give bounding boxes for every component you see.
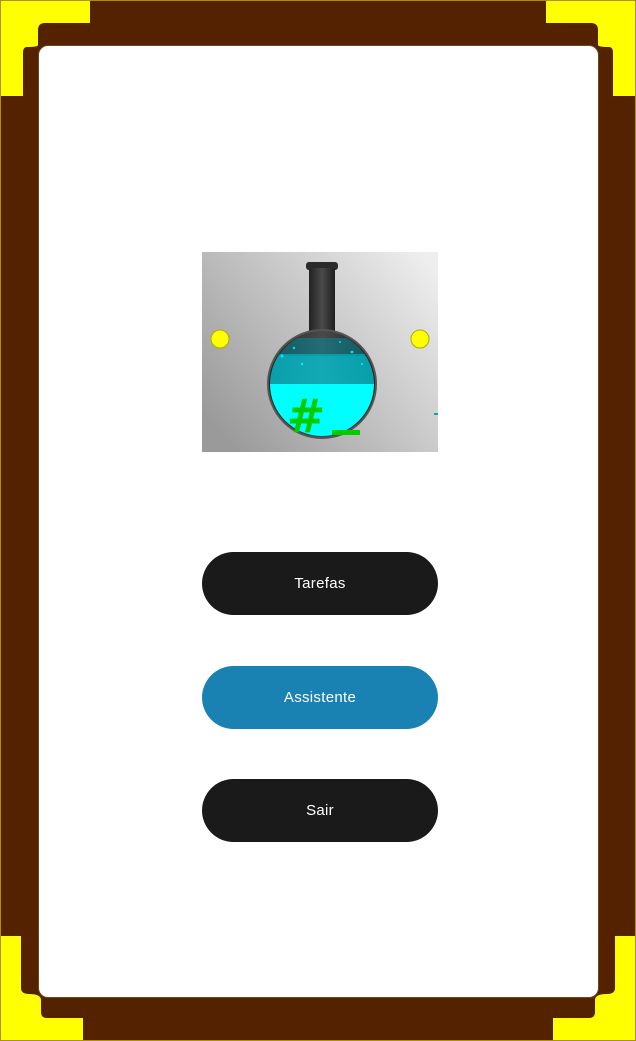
content-panel: # Tarefas Assistente Sair (38, 45, 599, 998)
corner-ornament-top-left (1, 1, 91, 97)
logo-symbol: # (287, 389, 326, 443)
assistant-button[interactable]: Assistente (202, 666, 438, 729)
corner-ornament-bottom-left (1, 936, 83, 1040)
chemistry-flask-icon: # (202, 252, 438, 452)
tasks-button[interactable]: Tarefas (202, 552, 438, 615)
app-frame: # Tarefas Assistente Sair (0, 0, 636, 1041)
corner-ornament-top-right (545, 1, 635, 97)
corner-ornament-bottom-right (553, 936, 635, 1040)
app-logo: # (202, 252, 438, 452)
exit-button[interactable]: Sair (202, 779, 438, 842)
